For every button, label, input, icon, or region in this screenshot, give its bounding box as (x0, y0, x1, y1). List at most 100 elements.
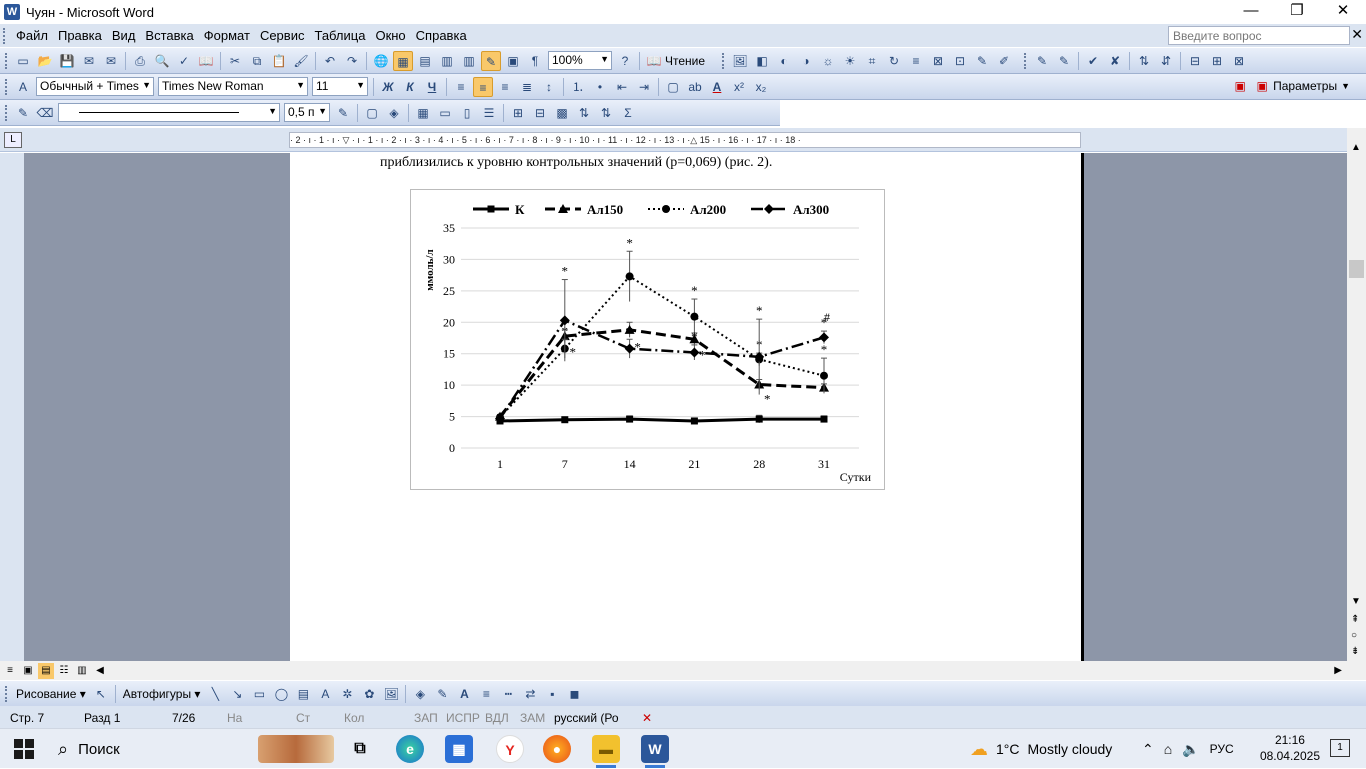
status-trk[interactable]: ИСПР (446, 711, 480, 725)
line-style2-icon[interactable]: ≡ (476, 684, 496, 704)
mail-icon[interactable]: ✉ (101, 51, 121, 71)
print-icon[interactable]: ⎙ (130, 51, 150, 71)
shading-icon[interactable]: ◈ (384, 103, 404, 123)
align-cells-icon[interactable]: ☰ (479, 103, 499, 123)
text-wrap-icon[interactable]: ⊡ (950, 51, 970, 71)
3d-icon[interactable]: ◼ (564, 684, 584, 704)
web-view-icon[interactable]: ▣ (20, 663, 36, 679)
track-changes-icon[interactable]: ✎ (1032, 51, 1052, 71)
justify-icon[interactable]: ≣ (517, 77, 537, 97)
drawing-menu-button[interactable]: Рисование ▾ (16, 687, 86, 701)
tray-chevron-icon[interactable]: ⌃ (1142, 741, 1154, 758)
drawing-icon[interactable]: ✎ (481, 50, 501, 71)
superscript-icon[interactable]: x² (729, 77, 749, 97)
color-icon[interactable]: ◧ (752, 51, 772, 71)
hyperlink-icon[interactable]: 🌐 (371, 51, 391, 71)
cut-icon[interactable]: ✂ (225, 51, 245, 71)
toolbar-grip[interactable] (3, 27, 11, 44)
menu-table[interactable]: Таблица (309, 28, 370, 43)
rectangle-tool-icon[interactable]: ▭ (249, 684, 269, 704)
menu-tools[interactable]: Сервис (255, 28, 310, 43)
new-doc-icon[interactable]: ▭ (13, 51, 33, 71)
textbox-icon[interactable]: ▤ (293, 684, 313, 704)
line-color-icon[interactable]: ✎ (432, 684, 452, 704)
underline-button[interactable]: Ч (422, 77, 442, 97)
brightness-down-icon[interactable]: ☀ (840, 51, 860, 71)
insert-picture-icon[interactable]: 🖼 (381, 684, 401, 704)
menu-file[interactable]: Файл (11, 28, 53, 43)
research-icon[interactable]: 📖 (196, 51, 216, 71)
eraser-icon[interactable]: ⌫ (35, 103, 55, 123)
paragraph-text[interactable]: приблизились к уровню контрольных значен… (380, 155, 772, 171)
transparent-icon[interactable]: ✐ (994, 51, 1014, 71)
tables-borders-icon[interactable]: ▦ (393, 50, 413, 71)
word-app-icon[interactable]: W (4, 4, 20, 20)
next-page-icon[interactable]: ⇟ (1351, 646, 1359, 657)
reading-view-icon[interactable]: ▥ (74, 663, 90, 679)
align-right-icon[interactable]: ≡ (495, 77, 515, 97)
pdf-options-icon[interactable]: ▣ (1252, 76, 1272, 96)
permission-icon[interactable]: ✉ (79, 51, 99, 71)
weather-widget[interactable]: ☁ 1°C Mostly cloudy (970, 729, 1112, 769)
clock[interactable]: 21:16 08.04.2025 (1260, 732, 1320, 764)
decrease-indent-icon[interactable]: ⇤ (612, 77, 632, 97)
comments-icon[interactable]: ✎ (1054, 51, 1074, 71)
arrow-tool-icon[interactable]: ↘ (227, 684, 247, 704)
fill-color-icon[interactable]: ◈ (410, 684, 430, 704)
params-button[interactable]: Параметры (1273, 79, 1337, 93)
edge-icon[interactable]: e (396, 735, 424, 763)
bullets-icon[interactable]: • (590, 77, 610, 97)
windows-start-icon[interactable] (14, 739, 34, 759)
select-objects-icon[interactable]: ↖ (91, 684, 111, 704)
zoom-select[interactable]: 100% ▼ (548, 51, 612, 70)
compress-icon[interactable]: ⊠ (928, 51, 948, 71)
file-explorer-icon[interactable]: ▬ (592, 735, 620, 763)
split-cells-icon[interactable]: ▯ (457, 103, 477, 123)
text-direction-icon[interactable]: ⇅ (574, 103, 594, 123)
paste-icon[interactable]: 📋 (269, 51, 289, 71)
outline-view-icon[interactable]: ☷ (56, 663, 72, 679)
reject-icon[interactable]: ✘ (1105, 51, 1125, 71)
brightness-up-icon[interactable]: ☼ (818, 51, 838, 71)
spelling-status-icon[interactable]: ✕ (642, 711, 652, 725)
scroll-thumb[interactable] (1349, 260, 1364, 278)
autoshapes-button[interactable]: Автофигуры ▾ (123, 687, 201, 701)
line-style-select[interactable]: ▼ (58, 103, 280, 122)
font-select[interactable]: Times New Roman ▼ (158, 77, 308, 96)
menu-view[interactable]: Вид (107, 28, 141, 43)
arrow-style-icon[interactable]: ⇄ (520, 684, 540, 704)
reading-button[interactable]: Чтение (665, 54, 705, 68)
reading-icon[interactable]: 📖 (644, 51, 664, 71)
status-ext[interactable]: ВДЛ (485, 711, 509, 725)
distribute-cols-icon[interactable]: ⊟ (530, 103, 550, 123)
line-tool-icon[interactable]: ╲ (205, 684, 225, 704)
word-taskbar-icon[interactable]: W (641, 735, 669, 763)
tab-selector[interactable]: L (4, 132, 22, 148)
minimize-button[interactable]: — (1228, 0, 1274, 24)
search-highlight-image[interactable] (258, 735, 334, 763)
open-icon[interactable]: 📂 (35, 51, 55, 71)
menu-format[interactable]: Формат (199, 28, 255, 43)
sort-desc-icon[interactable]: ⇵ (1156, 51, 1176, 71)
font-color-icon[interactable]: A (707, 77, 727, 97)
redo-icon[interactable]: ↷ (342, 51, 362, 71)
insert-table2-icon[interactable]: ▦ (413, 103, 433, 123)
undo-icon[interactable]: ↶ (320, 51, 340, 71)
menu-window[interactable]: Окно (370, 28, 410, 43)
borders-icon[interactable]: ▢ (663, 77, 683, 97)
italic-button[interactable]: К (400, 77, 420, 97)
accept-icon[interactable]: ✔ (1083, 51, 1103, 71)
scroll-left-icon[interactable]: ◀ (92, 663, 108, 679)
document-page[interactable]: приблизились к уровню контрольных значен… (290, 153, 1084, 661)
spelling-icon[interactable]: ✓ (174, 51, 194, 71)
dash-style-icon[interactable]: ┅ (498, 684, 518, 704)
subscript-icon[interactable]: x₂ (751, 77, 771, 97)
doc-map-icon[interactable]: ▣ (503, 51, 523, 71)
show-hide-icon[interactable]: ¶ (525, 51, 545, 71)
input-language[interactable]: РУС (1210, 742, 1234, 756)
notifications-icon[interactable]: 1 (1330, 739, 1350, 757)
chart-frame[interactable]: 0 5 10 15 20 25 30 35 1 7 14 21 28 31 Сутки ммоль/л * * * *… (410, 189, 885, 490)
picture-icon[interactable]: 🖼 (730, 51, 750, 71)
status-page[interactable]: Стр. 7 (10, 711, 44, 725)
font-size-select[interactable]: 11 ▼ (312, 77, 368, 96)
